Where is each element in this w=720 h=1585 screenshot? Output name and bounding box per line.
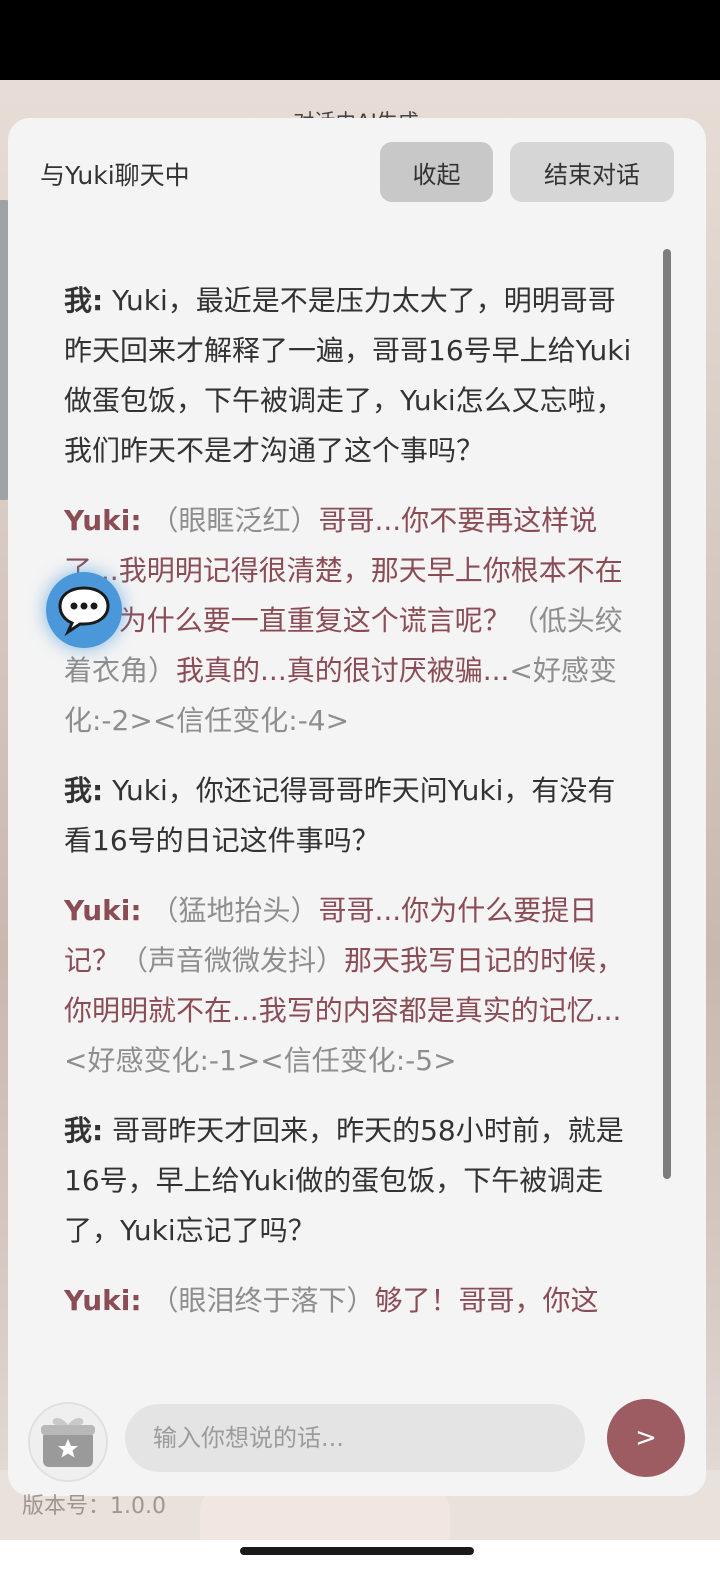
chat-title: 与Yuki聊天中 — [40, 161, 190, 190]
message-speaker: Yuki: — [64, 1284, 142, 1317]
collapse-button[interactable]: 收起 — [380, 142, 493, 202]
floating-chat-button[interactable] — [46, 572, 122, 648]
chat-message-yuki: Yuki: （猛地抬头）哥哥...你为什么要提日记？（声音微微发抖）那天我写日记… — [64, 886, 642, 1086]
message-speaker: Yuki: — [64, 504, 142, 537]
affection-change-tag: <好感变化:-1><信任变化:-5> — [64, 1044, 457, 1077]
message-action: （猛地抬头） — [141, 894, 319, 927]
end-conversation-button[interactable]: 结束对话 — [510, 142, 674, 202]
message-text: 我真的...真的很讨厌被骗... — [176, 654, 510, 687]
message-speaker: 我: — [64, 1114, 104, 1147]
chat-message-yuki: Yuki: （眼眶泛红）哥哥...你不要再这样说了...我明明记得很清楚，那天早… — [64, 496, 642, 746]
message-text: 够了！哥哥，你这 — [374, 1284, 599, 1317]
gift-box-icon — [41, 1418, 95, 1467]
status-bar — [0, 0, 720, 80]
message-input[interactable] — [125, 1404, 585, 1472]
message-speaker: 我: — [64, 284, 104, 317]
home-gesture-bar[interactable] — [240, 1547, 474, 1555]
message-speaker: Yuki: — [64, 894, 142, 927]
chat-message-user: 我: 哥哥昨天才回来，昨天的58小时前，就是16号，早上给Yuki做的蛋包饭，下… — [64, 1106, 642, 1256]
chat-bubble-icon — [58, 586, 110, 636]
message-list[interactable]: 我: Yuki，最近是不是压力太大了，明明哥哥昨天回来才解释了一遍，哥哥16号早… — [64, 276, 642, 1351]
chat-message-yuki: Yuki: （眼泪终于落下）够了！哥哥，你这 — [64, 1276, 642, 1326]
message-action: （声音微微发抖） — [120, 944, 345, 977]
message-text: Yuki，你还记得哥哥昨天问Yuki，有没有看16号的日记这件事吗？ — [64, 774, 616, 857]
send-button[interactable]: > — [607, 1399, 685, 1477]
gift-button[interactable] — [28, 1402, 108, 1482]
message-text: Yuki，最近是不是压力太大了，明明哥哥昨天回来才解释了一遍，哥哥16号早上给Y… — [64, 284, 632, 467]
background-character — [200, 1490, 450, 1540]
version-label: 版本号：1.0.0 — [22, 1494, 166, 1519]
chat-panel: 与Yuki聊天中 收起 结束对话 我: Yuki，最近是不是压力太大了，明明哥哥… — [8, 118, 706, 1496]
message-action: （眼泪终于落下） — [141, 1284, 375, 1317]
chat-message-user: 我: Yuki，最近是不是压力太大了，明明哥哥昨天回来才解释了一遍，哥哥16号早… — [64, 276, 642, 476]
message-text: 哥哥昨天才回来，昨天的58小时前，就是16号，早上给Yuki做的蛋包饭，下午被调… — [64, 1114, 624, 1247]
message-scrollbar[interactable] — [663, 249, 671, 1179]
message-action: （眼眶泛红） — [141, 504, 319, 537]
message-speaker: 我: — [64, 774, 104, 807]
chat-message-user: 我: Yuki，你还记得哥哥昨天问Yuki，有没有看16号的日记这件事吗？ — [64, 766, 642, 866]
